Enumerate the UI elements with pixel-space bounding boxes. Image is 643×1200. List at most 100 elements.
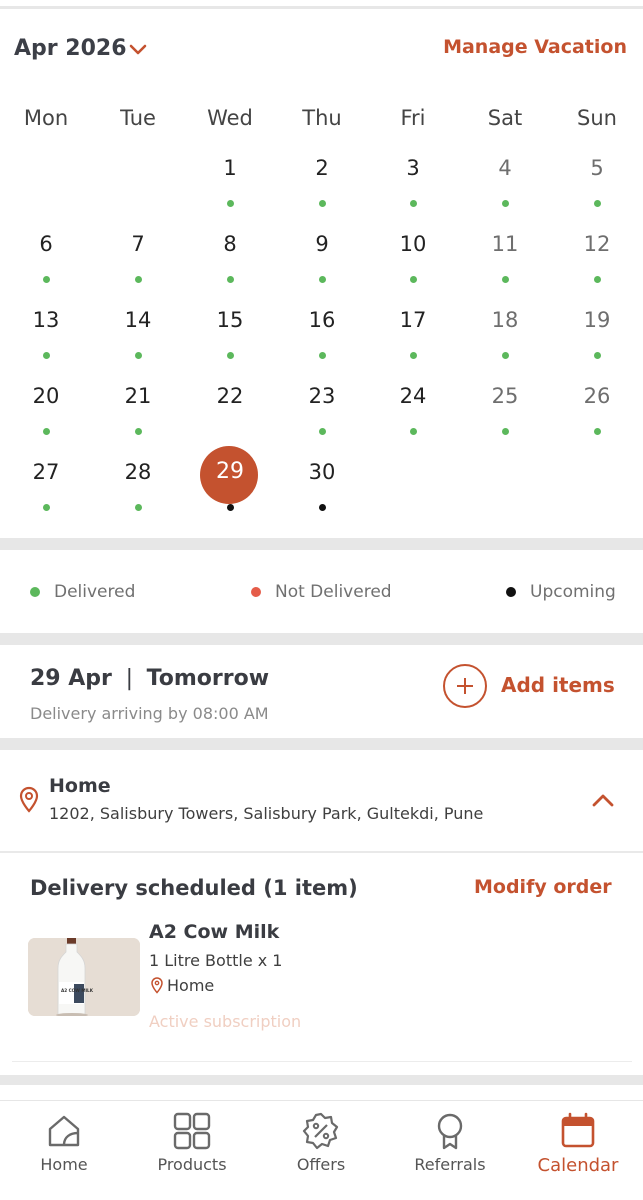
calendar-day[interactable]: 4 [465,153,545,223]
calendar-day[interactable]: 28 [98,457,178,527]
calendar-day-number: 27 [32,460,60,484]
delivered-dot-icon [410,352,417,359]
top-divider [0,6,643,9]
delivered-dot-icon [43,276,50,283]
calendar-day[interactable]: 17 [373,305,453,375]
delivered-dot-icon [319,428,326,435]
calendar-day[interactable]: 6 [6,229,86,299]
discount-badge-icon [302,1112,339,1150]
calendar-day-number: 21 [124,384,152,408]
calendar-day[interactable]: 13 [6,305,86,375]
calendar-day[interactable]: 7 [98,229,178,299]
legend-not-delivered-label: Not Delivered [275,582,392,602]
nav-calendar-label: Calendar [537,1155,619,1176]
location-pin-icon [151,977,163,994]
home-icon [48,1115,80,1147]
calendar-day-number: 23 [308,384,336,408]
month-selector[interactable]: Apr 2026 [14,36,127,61]
calendar-day[interactable]: 30 [282,457,362,527]
delivered-dot-icon [227,200,234,207]
calendar-day-number: 19 [583,308,611,332]
calendar-day-number: 15 [216,308,244,332]
calendar-day-number: 4 [498,156,512,180]
delivered-dot-icon [410,428,417,435]
calendar-day[interactable]: 27 [6,457,86,527]
calendar-day-number: 1 [223,156,237,180]
calendar-icon [561,1112,595,1148]
delivered-dot-icon [502,352,509,359]
calendar-day[interactable]: 29 [190,446,270,527]
calendar-day-number: 18 [491,308,519,332]
calendar-day[interactable]: 21 [98,381,178,451]
manage-vacation-button[interactable]: Manage Vacation [443,36,627,58]
delivered-dot-icon [502,428,509,435]
calendar-day-number: 13 [32,308,60,332]
calendar-day-number: 3 [406,156,420,180]
calendar-day[interactable]: 12 [557,229,637,299]
calendar-day[interactable]: 24 [373,381,453,451]
nav-products[interactable]: Products [128,1111,256,1174]
calendar-day[interactable]: 18 [465,305,545,375]
delivered-dot-icon [594,200,601,207]
chevron-up-icon[interactable] [590,790,616,810]
delivered-dot-icon [30,587,40,597]
nav-calendar[interactable]: Calendar [514,1111,642,1176]
delivered-dot-icon [43,428,50,435]
delivery-date: 29 Apr [30,666,112,691]
section-divider [0,738,643,750]
calendar-day[interactable]: 26 [557,381,637,451]
calendar-day-number: 16 [308,308,336,332]
delivered-dot-icon [135,428,142,435]
calendar-day[interactable]: 2 [282,153,362,223]
calendar-day[interactable]: 3 [373,153,453,223]
add-items-button[interactable]: Add items [501,673,615,697]
legend-delivered-label: Delivered [54,582,136,602]
calendar-day-number: 30 [308,460,336,484]
nav-home-label: Home [40,1155,88,1174]
calendar-day[interactable]: 14 [98,305,178,375]
calendar-day[interactable]: 1 [190,153,270,223]
add-items-icon[interactable] [443,664,487,708]
legend-upcoming: Upcoming [506,580,616,604]
nav-home[interactable]: Home [0,1111,128,1174]
calendar-day[interactable]: 23 [282,381,362,451]
calendar-day-number: 17 [399,308,427,332]
delivered-dot-icon [43,504,50,511]
calendar-day[interactable]: 9 [282,229,362,299]
nav-referrals[interactable]: Referrals [386,1111,514,1174]
product-quantity: 1 Litre Bottle x 1 [149,951,283,970]
calendar-day[interactable]: 15 [190,305,270,375]
date-separator: | [125,666,133,691]
calendar-day-number: 10 [399,232,427,256]
calendar-day-number: 26 [583,384,611,408]
calendar-day-number: 25 [491,384,519,408]
calendar-day[interactable]: 22 [190,381,270,451]
calendar-day[interactable]: 8 [190,229,270,299]
modify-order-button[interactable]: Modify order [474,876,612,898]
delivered-dot-icon [319,352,326,359]
nav-offers[interactable]: Offers [257,1111,385,1174]
location-pin-icon [19,786,39,813]
delivered-dot-icon [135,352,142,359]
product-image: A2 COW MILK [28,938,140,1016]
delivered-dot-icon [227,276,234,283]
delivery-date-title: 29 Apr | Tomorrow [30,666,269,691]
weekday-label: Sat [487,106,523,130]
calendar-day[interactable]: 11 [465,229,545,299]
calendar-day-number: 28 [124,460,152,484]
award-ribbon-icon [437,1113,463,1150]
calendar-day-number: 29 [216,459,244,484]
chevron-down-icon[interactable] [127,38,149,60]
calendar-day[interactable]: 5 [557,153,637,223]
calendar-day[interactable]: 25 [465,381,545,451]
calendar-day[interactable]: 10 [373,229,453,299]
address-label: Home [49,775,111,797]
delivered-dot-icon [502,200,509,207]
delivered-dot-icon [594,276,601,283]
calendar-day[interactable]: 19 [557,305,637,375]
legend-delivered: Delivered [30,580,135,604]
calendar-day[interactable]: 20 [6,381,86,451]
subscription-status: Active subscription [149,1012,302,1031]
calendar-day[interactable]: 16 [282,305,362,375]
delivery-arrival-time: Delivery arriving by 08:00 AM [30,704,269,723]
